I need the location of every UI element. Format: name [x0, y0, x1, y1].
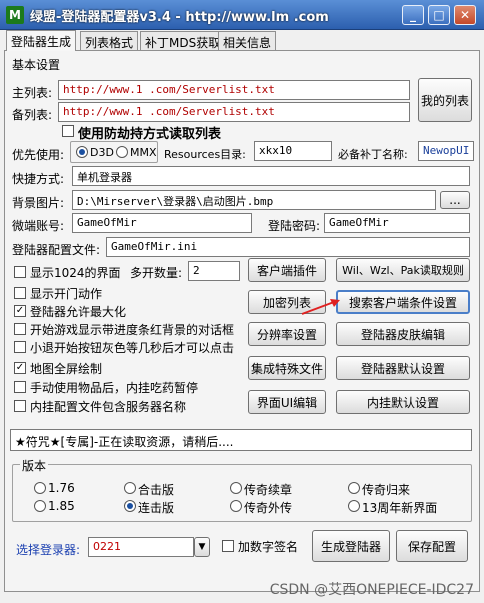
multi-open-label: 多开数量:: [130, 266, 183, 280]
version-heading: 版本: [20, 457, 49, 474]
minimize-button[interactable]: _: [402, 5, 424, 25]
version-label-2: 传奇续章: [244, 483, 293, 497]
select-launcher-label: 选择登录器:: [16, 543, 81, 557]
shortcut-label: 快捷方式:: [12, 172, 65, 186]
anti-hijack-label: 使用防劫持方式读取列表: [78, 127, 222, 142]
basic-settings-heading: 基本设置: [12, 58, 61, 72]
small-exit-checkbox[interactable]: [14, 341, 26, 353]
version-radio-6[interactable]: [230, 500, 242, 512]
close-button[interactable]: ✕: [454, 5, 476, 25]
ui-edit-button[interactable]: 界面UI编辑: [248, 390, 326, 414]
allow-max-label: 登陆器允许最大化: [30, 305, 127, 319]
fullscreen-map-checkbox[interactable]: ✓: [14, 362, 26, 374]
version-radio-3[interactable]: [348, 482, 360, 494]
integrate-files-button[interactable]: 集成特殊文件: [248, 356, 326, 380]
tab-list-format[interactable]: 列表格式: [80, 31, 139, 50]
search-client-button[interactable]: 搜索客户端条件设置: [336, 290, 470, 314]
resources-label: Resources目录:: [164, 148, 246, 161]
my-list-button[interactable]: 我的列表: [418, 78, 472, 122]
browse-button[interactable]: ...: [440, 191, 470, 209]
manual-pause-label: 手动使用物品后，内挂吃药暂停: [30, 381, 199, 395]
default-settings-button[interactable]: 登陆器默认设置: [336, 356, 470, 380]
title-bar[interactable]: M 绿盟-登陆器配置器v3.4 - http://www.lm .com _ □…: [0, 0, 484, 30]
allow-max-checkbox[interactable]: ✓: [14, 305, 26, 317]
resources-input[interactable]: xkx10: [254, 141, 332, 161]
multi-open-input[interactable]: 2: [188, 261, 240, 281]
chevron-down-icon[interactable]: ▼: [194, 537, 210, 557]
main-list-input[interactable]: http://www.1 .com/Serverlist.txt: [58, 80, 410, 100]
micro-account-label: 微端账号:: [12, 219, 65, 233]
status-text: ★符咒★[专属]-正在读取资源，请稍后....: [10, 429, 472, 451]
save-config-button[interactable]: 保存配置: [396, 530, 468, 562]
backup-list-label: 备列表:: [12, 108, 53, 122]
version-radio-1[interactable]: [124, 482, 136, 494]
digital-sign-checkbox[interactable]: [222, 540, 234, 552]
client-plugin-button[interactable]: 客户端插件: [248, 258, 326, 282]
tab-info[interactable]: 相关信息: [218, 31, 277, 50]
patch-name-label: 必备补丁名称:: [338, 148, 408, 161]
d3d-radio[interactable]: [76, 146, 88, 158]
maximize-button[interactable]: □: [428, 5, 450, 25]
mmx-label: MMX: [130, 146, 157, 159]
show-progress-checkbox[interactable]: [14, 323, 26, 335]
version-radio-2[interactable]: [230, 482, 242, 494]
show-intro-checkbox[interactable]: [14, 287, 26, 299]
small-exit-label: 小退开始按钮灰色等几秒后才可以点击: [30, 341, 235, 355]
show-intro-label: 显示开门动作: [30, 287, 103, 301]
patch-name-input[interactable]: NewopUI: [418, 141, 474, 161]
skin-edit-button[interactable]: 登陆器皮肤编辑: [336, 322, 470, 346]
version-label-4: 1.85: [48, 499, 75, 513]
main-list-label: 主列表:: [12, 86, 53, 100]
red-arrow-icon: [301, 299, 340, 315]
show-1024-checkbox[interactable]: [14, 266, 26, 278]
window-title: 绿盟-登陆器配置器v3.4 - http://www.lm .com: [30, 10, 329, 25]
version-radio-0[interactable]: [34, 482, 46, 494]
micro-account-input[interactable]: GameOfMir: [72, 213, 252, 233]
read-rules-button[interactable]: Wil、Wzl、Pak读取规则: [336, 258, 470, 282]
fullscreen-map-label: 地图全屏绘制: [30, 362, 103, 376]
login-password-input[interactable]: GameOfMir: [324, 213, 470, 233]
version-label-0: 1.76: [48, 481, 75, 495]
version-label-5: 连击版: [138, 501, 175, 515]
config-file-label: 登陆器配置文件:: [12, 243, 101, 257]
version-label-1: 合击版: [138, 483, 175, 497]
tab-generate[interactable]: 登陆器生成: [6, 30, 77, 51]
plugin-server-checkbox[interactable]: [14, 400, 26, 412]
login-password-label: 登陆密码:: [268, 219, 321, 233]
show-1024-label: 显示1024的界面: [30, 266, 121, 280]
priority-label: 优先使用:: [12, 148, 65, 162]
generate-launcher-button[interactable]: 生成登陆器: [312, 530, 390, 562]
select-launcher-dropdown[interactable]: 0221: [88, 537, 194, 557]
d3d-label: D3D: [90, 146, 114, 159]
version-radio-4[interactable]: [34, 500, 46, 512]
plugin-default-button[interactable]: 内挂默认设置: [336, 390, 470, 414]
resolution-button[interactable]: 分辨率设置: [248, 322, 326, 346]
version-radio-7[interactable]: [348, 500, 360, 512]
app-logo-icon: M: [6, 6, 24, 24]
show-progress-label: 开始游戏显示带进度条红背景的对话框: [30, 323, 235, 337]
tab-patch-md5[interactable]: 补丁MDS获取: [140, 31, 226, 50]
shortcut-input[interactable]: 单机登录器: [72, 166, 470, 186]
background-input[interactable]: D:\Mirserver\登录器\启动图片.bmp: [72, 190, 436, 210]
mmx-radio[interactable]: [116, 146, 128, 158]
background-label: 背景图片:: [12, 196, 65, 210]
anti-hijack-checkbox[interactable]: [62, 125, 74, 137]
config-file-input[interactable]: GameOfMir.ini: [106, 237, 470, 257]
digital-sign-label: 加数字签名: [238, 540, 299, 554]
watermark-text: CSDN @艾西ONEPIECE-IDC27: [269, 582, 474, 598]
version-radio-5[interactable]: [124, 500, 136, 512]
plugin-server-label: 内挂配置文件包含服务器名称: [30, 400, 187, 414]
manual-pause-checkbox[interactable]: [14, 381, 26, 393]
version-label-3: 传奇归来: [362, 483, 411, 497]
version-label-7: 13周年新界面: [362, 501, 438, 515]
version-label-6: 传奇外传: [244, 501, 293, 515]
backup-list-input[interactable]: http://www.1 .com/Serverlist.txt: [58, 102, 410, 122]
